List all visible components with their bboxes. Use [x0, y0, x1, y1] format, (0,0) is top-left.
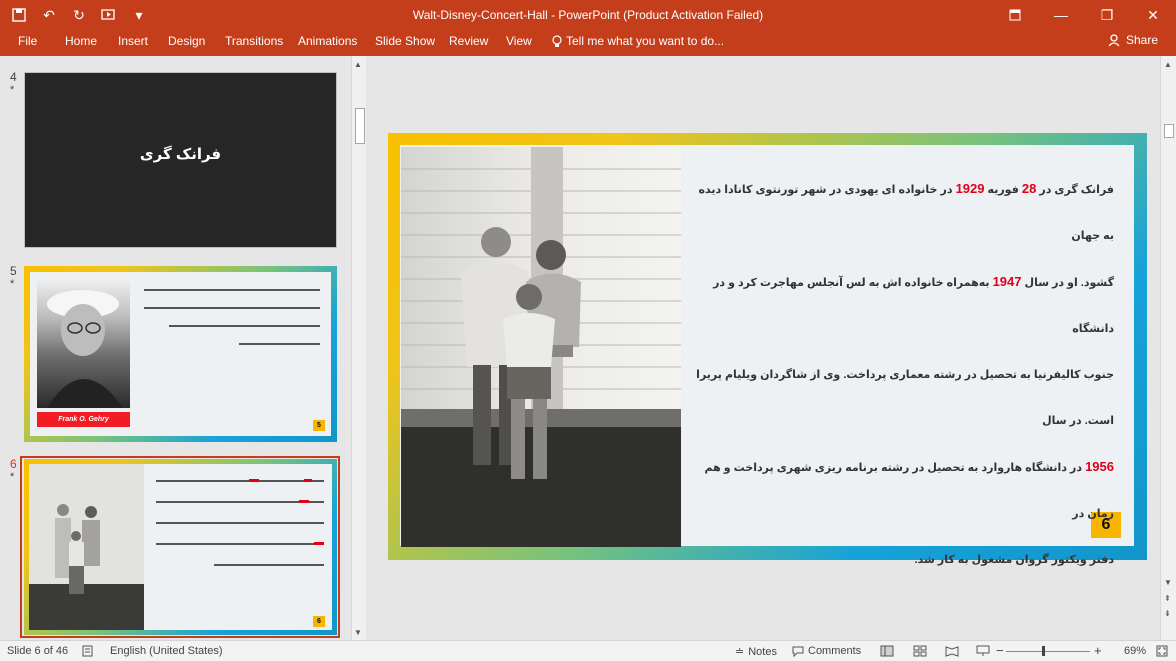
- transition-star-icon: *: [10, 84, 15, 96]
- scrollbar-thumb[interactable]: [355, 108, 365, 144]
- slide-number-4: 4: [10, 70, 17, 84]
- spell-check-icon[interactable]: [82, 645, 94, 657]
- lightbulb-icon: [552, 34, 562, 47]
- slide-number-badge: 5: [313, 420, 325, 431]
- slide-thumbnail-4[interactable]: فرانک گری: [24, 72, 337, 248]
- zoom-level[interactable]: 69%: [1124, 645, 1146, 657]
- tab-slide-show[interactable]: Slide Show: [375, 34, 435, 48]
- share-label: Share: [1125, 33, 1158, 47]
- slide-thumbnail-6[interactable]: 6: [24, 459, 337, 635]
- text-segment: فوریه: [984, 184, 1022, 196]
- scroll-down-icon[interactable]: ▼: [1164, 578, 1172, 587]
- status-bar: Slide 6 of 46 English (United States) ≐ …: [0, 640, 1176, 661]
- thumbnail-scrollbar[interactable]: ▲ ▼: [351, 56, 366, 640]
- person-icon: [1108, 33, 1120, 46]
- slide-show-icon[interactable]: [976, 645, 990, 657]
- zoom-slider[interactable]: [1006, 651, 1090, 652]
- slide-number-badge: 6: [313, 616, 325, 627]
- fit-to-window-icon[interactable]: [1156, 645, 1168, 657]
- zoom-out-icon[interactable]: −: [996, 643, 1004, 658]
- tab-view[interactable]: View: [506, 34, 532, 48]
- slide-body-text[interactable]: فرانک گری در 28 فوریه 1929 در خانواده ای…: [690, 166, 1114, 583]
- text-line-1: فرانک گری در 28 فوریه 1929 در خانواده ای…: [690, 166, 1114, 259]
- zoom-slider-handle[interactable]: [1042, 646, 1045, 656]
- slide-scrollbar[interactable]: ▲ ▼ ⇞ ⇟: [1160, 56, 1176, 640]
- family-photo-thumbnail: [29, 464, 144, 630]
- slide-thumbnail-pane[interactable]: 4 * فرانک گری 5 * Frank O. Gehry 5 6 * 6…: [0, 56, 366, 640]
- close-icon[interactable]: ✕: [1130, 0, 1176, 30]
- share-button[interactable]: Share: [1108, 33, 1158, 47]
- transition-star-icon: *: [10, 471, 15, 483]
- highlight-number: 28: [1021, 181, 1037, 196]
- thumbnail-title: فرانک گری: [139, 146, 222, 163]
- text-segment: فرانک گری در: [1036, 184, 1114, 196]
- tell-me-box[interactable]: Tell me what you want to do...: [552, 34, 724, 48]
- text-lines: [144, 289, 320, 345]
- minimize-icon[interactable]: —: [1038, 0, 1084, 30]
- text-line-5: دفتر ویکتور گروان مشغول به کار شد.: [914, 554, 1114, 566]
- tab-animations[interactable]: Animations: [298, 34, 357, 48]
- normal-view-icon[interactable]: [880, 645, 894, 657]
- scroll-down-icon[interactable]: ▼: [354, 628, 362, 637]
- slide-thumbnail-5[interactable]: Frank O. Gehry 5: [24, 266, 337, 442]
- text-line-2: گشود. او در سال 1947 به‌همراه خانواده اش…: [690, 259, 1114, 352]
- slide-indicator[interactable]: Slide 6 of 46: [7, 645, 68, 657]
- notes-label: Notes: [748, 645, 777, 658]
- scroll-up-icon[interactable]: ▲: [1164, 60, 1172, 69]
- window-controls: — ❐ ✕: [992, 0, 1176, 30]
- tell-me-text: Tell me what you want to do...: [566, 34, 725, 48]
- tab-insert[interactable]: Insert: [118, 34, 148, 48]
- reading-view-icon[interactable]: [945, 645, 959, 657]
- slide-sorter-icon[interactable]: [913, 645, 927, 657]
- comments-button[interactable]: Comments: [792, 645, 861, 657]
- restore-icon[interactable]: [992, 0, 1038, 30]
- transition-star-icon: *: [10, 278, 15, 290]
- ribbon-tabs: File Home Insert Design Transitions Anim…: [0, 30, 1176, 56]
- text-line-3: جنوب کالیفرنیا به تحصیل در رشته معماری پ…: [696, 369, 1114, 427]
- highlight-number: 1956: [1085, 459, 1114, 474]
- previous-slide-icon[interactable]: ⇞: [1164, 594, 1171, 603]
- name-caption: Frank O. Gehry: [37, 412, 130, 427]
- tab-file[interactable]: File: [18, 34, 37, 48]
- highlight-number: 1929: [955, 181, 985, 196]
- scroll-up-icon[interactable]: ▲: [354, 60, 362, 69]
- slide-number-6: 6: [10, 457, 17, 471]
- text-line-4: 1956 در دانشگاه هاروارد به تحصیل در رشته…: [690, 444, 1114, 537]
- zoom-in-icon[interactable]: +: [1094, 643, 1102, 658]
- slide-number-5: 5: [10, 264, 17, 278]
- tab-review[interactable]: Review: [449, 34, 488, 48]
- language-indicator[interactable]: English (United States): [110, 645, 223, 657]
- scrollbar-thumb[interactable]: [1164, 124, 1174, 138]
- gehry-photo: [37, 278, 130, 408]
- maximize-icon[interactable]: ❐: [1084, 0, 1130, 30]
- highlight-number: 1947: [992, 274, 1022, 289]
- title-bar: ↶ ↻ ▾ Walt-Disney-Concert-Hall - PowerPo…: [0, 0, 1176, 30]
- next-slide-icon[interactable]: ⇟: [1164, 609, 1171, 618]
- tab-design[interactable]: Design: [168, 34, 205, 48]
- text-lines: [156, 479, 324, 566]
- tab-home[interactable]: Home: [65, 34, 97, 48]
- family-photo: [401, 147, 681, 547]
- notes-icon: ≐: [735, 646, 745, 658]
- text-segment: در دانشگاه هاروارد به تحصیل در رشته برنا…: [704, 462, 1114, 520]
- text-segment: گشود. او در سال: [1021, 277, 1114, 289]
- comments-label: Comments: [808, 645, 862, 657]
- comment-icon: [792, 646, 804, 657]
- tab-transitions[interactable]: Transitions: [225, 34, 283, 48]
- notes-button[interactable]: ≐ Notes: [735, 645, 777, 659]
